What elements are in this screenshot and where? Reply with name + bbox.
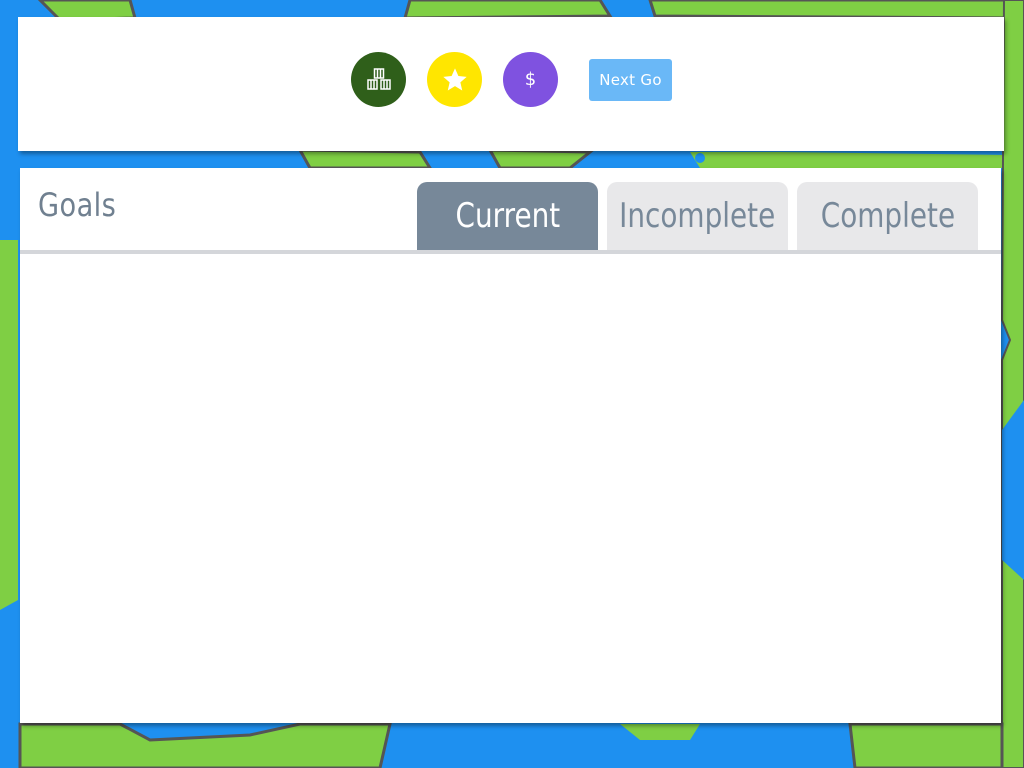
buildings-icon bbox=[366, 67, 391, 90]
next-go-button[interactable]: Next Go bbox=[589, 59, 672, 101]
dollar-icon: $ bbox=[524, 69, 537, 90]
money-button[interactable]: $ bbox=[503, 52, 558, 107]
buildings-button[interactable] bbox=[351, 52, 406, 107]
goals-panel: Goals Current Incomplete Complete bbox=[20, 168, 1001, 723]
stars-button[interactable] bbox=[427, 52, 482, 107]
tab-complete-label: Complete bbox=[820, 196, 955, 236]
tab-incomplete-label: Incomplete bbox=[619, 196, 776, 236]
star-icon bbox=[442, 67, 467, 90]
goals-title: Goals bbox=[38, 186, 117, 224]
tab-current[interactable]: Current bbox=[417, 182, 598, 250]
tab-incomplete[interactable]: Incomplete bbox=[607, 182, 788, 250]
top-toolbar: $ Next Go bbox=[18, 17, 1004, 151]
tab-complete[interactable]: Complete bbox=[797, 182, 978, 250]
goals-list bbox=[20, 254, 1001, 723]
tab-current-label: Current bbox=[455, 196, 560, 236]
